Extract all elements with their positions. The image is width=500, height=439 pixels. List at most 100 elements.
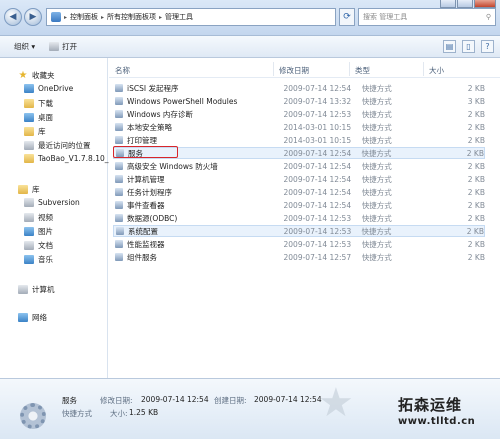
desktop-icon <box>24 113 34 122</box>
file-size: 2 KB <box>467 252 485 262</box>
help-icon[interactable]: ? <box>481 40 494 53</box>
nav-label: OneDrive <box>38 84 74 93</box>
file-type: 快捷方式 <box>361 109 392 119</box>
file-row[interactable]: Windows PowerShell Modules 2009-07-14 13… <box>113 95 485 107</box>
organize-button[interactable]: 组织 ▾ <box>14 41 35 52</box>
file-date: 2009-07-14 12:54 <box>283 148 352 158</box>
file-row[interactable]: 任务计划程序 2009-07-14 12:54 快捷方式 2 KB <box>113 186 485 198</box>
column-divider[interactable] <box>273 62 274 76</box>
file-name: iSCSI 发起程序 <box>127 83 179 93</box>
breadcrumb-admin-tools[interactable]: 管理工具 <box>165 12 193 22</box>
file-type: 快捷方式 <box>361 148 392 158</box>
column-header-name[interactable]: 名称 <box>115 65 130 76</box>
nav-item-music[interactable]: 音乐 <box>24 254 53 265</box>
command-bar: 组织 ▾ 打开 ▤ ▯ ? <box>0 36 500 58</box>
file-row[interactable]: 性能监视器 2009-07-14 12:53 快捷方式 2 KB <box>113 238 485 250</box>
file-name: 事件查看器 <box>127 200 165 210</box>
column-header-modified[interactable]: 修改日期 <box>279 65 309 76</box>
file-size: 2 KB <box>467 122 485 132</box>
nav-item-subversion[interactable]: Subversion <box>24 198 80 207</box>
file-date: 2009-07-14 12:54 <box>283 83 352 93</box>
nav-label: 视频 <box>38 213 53 222</box>
file-row-hover[interactable]: 系统配置 2009-07-14 12:53 快捷方式 2 KB <box>113 225 485 237</box>
nav-item-library[interactable]: 库 <box>24 126 46 137</box>
nav-libraries-label: 库 <box>32 185 40 194</box>
nav-item-documents[interactable]: 文档 <box>24 240 53 251</box>
file-row[interactable]: 事件查看器 2009-07-14 12:54 快捷方式 2 KB <box>113 199 485 211</box>
recent-places-icon <box>24 141 34 150</box>
file-date: 2009-07-14 12:57 <box>283 252 352 262</box>
videos-icon <box>24 213 34 222</box>
nav-label: 库 <box>38 127 46 136</box>
performance-monitor-icon <box>115 240 123 248</box>
component-services-icon <box>115 253 123 261</box>
file-name: Windows 内存诊断 <box>127 109 193 119</box>
file-row[interactable]: 计算机管理 2009-07-14 12:54 快捷方式 2 KB <box>113 173 485 185</box>
column-divider[interactable] <box>349 62 350 76</box>
window-controls <box>440 0 496 8</box>
file-row[interactable]: Windows 内存诊断 2009-07-14 12:53 快捷方式 2 KB <box>113 108 485 120</box>
back-arrow-icon[interactable]: ◀ <box>4 8 22 26</box>
column-header-type[interactable]: 类型 <box>355 65 370 76</box>
folder-icon <box>24 154 34 163</box>
file-row[interactable]: 数据源(ODBC) 2009-07-14 12:53 快捷方式 2 KB <box>113 212 485 224</box>
file-row[interactable]: 打印管理 2014-03-01 10:15 快捷方式 2 KB <box>113 134 485 146</box>
nav-item-downloads[interactable]: 下载 <box>24 98 53 109</box>
column-header-size[interactable]: 大小 <box>429 65 444 76</box>
details-modified-value: 2009-07-14 12:54 <box>141 395 209 404</box>
file-row[interactable]: 组件服务 2009-07-14 12:57 快捷方式 2 KB <box>113 251 485 263</box>
forward-arrow-icon[interactable]: ▶ <box>24 8 42 26</box>
file-type: 快捷方式 <box>361 213 392 223</box>
search-input[interactable]: 搜索 管理工具 ⚲ <box>358 8 496 26</box>
file-row[interactable]: iSCSI 发起程序 2009-07-14 12:54 快捷方式 2 KB <box>113 82 485 94</box>
file-size: 2 KB <box>467 109 485 119</box>
breadcrumb-control-panel[interactable]: 控制面板 <box>70 12 98 22</box>
nav-item-onedrive[interactable]: OneDrive <box>24 84 73 93</box>
file-size: 2 KB <box>466 148 484 158</box>
nav-label: TaoBao_V1.7.8.10_ <box>38 154 109 163</box>
open-button[interactable]: 打开 <box>49 41 77 52</box>
nav-item-recent[interactable]: 最近访问的位置 <box>24 140 91 151</box>
close-button[interactable] <box>474 0 496 8</box>
nav-item-videos[interactable]: 视频 <box>24 212 53 223</box>
nav-item-pictures[interactable]: 图片 <box>24 226 53 237</box>
file-row[interactable]: 本地安全策略 2014-03-01 10:15 快捷方式 2 KB <box>113 121 485 133</box>
nav-item-desktop[interactable]: 桌面 <box>24 112 53 123</box>
nav-label: 文档 <box>38 241 53 250</box>
file-row[interactable]: 高级安全 Windows 防火墙 2009-07-14 12:54 快捷方式 2… <box>113 160 485 172</box>
control-panel-icon <box>51 12 61 22</box>
file-size: 3 KB <box>467 96 485 106</box>
watermark-url: www.tlltd.cn <box>398 416 476 427</box>
nav-favorites[interactable]: ★ 收藏夹 <box>18 70 55 81</box>
title-bar: ◀ ▶ ▸ 控制面板 ▸ 所有控制面板项 ▸ 管理工具 ⟳ 搜索 管理工具 ⚲ <box>0 0 500 36</box>
file-type: 快捷方式 <box>361 161 392 171</box>
view-options-icon[interactable]: ▤ <box>443 40 456 53</box>
file-name: 本地安全策略 <box>127 122 172 132</box>
preview-pane-icon[interactable]: ▯ <box>462 40 475 53</box>
toolbar-right: ▤ ▯ ? <box>443 40 494 53</box>
nav-item-taobao[interactable]: TaoBao_V1.7.8.10_ <box>24 154 109 163</box>
breadcrumb-all-items[interactable]: 所有控制面板项 <box>107 12 156 22</box>
search-placeholder: 搜索 管理工具 <box>363 13 408 21</box>
firewall-icon <box>115 162 123 170</box>
subversion-icon <box>24 198 34 207</box>
column-divider[interactable] <box>423 62 424 76</box>
nav-libraries[interactable]: 库 <box>18 184 40 195</box>
minimize-button[interactable] <box>440 0 456 8</box>
file-type: 快捷方式 <box>361 174 392 184</box>
refresh-icon[interactable]: ⟳ <box>339 8 355 26</box>
file-type: 快捷方式 <box>361 239 392 249</box>
iscsi-icon <box>115 84 123 92</box>
file-name: 性能监视器 <box>127 239 165 249</box>
nav-computer[interactable]: 计算机 <box>18 284 55 295</box>
nav-label: 图片 <box>38 227 53 236</box>
address-bar[interactable]: ▸ 控制面板 ▸ 所有控制面板项 ▸ 管理工具 <box>46 8 336 26</box>
nav-network[interactable]: 网络 <box>18 312 47 323</box>
pictures-icon <box>24 227 34 236</box>
file-size: 2 KB <box>467 135 485 145</box>
file-date: 2009-07-14 12:53 <box>283 239 352 249</box>
breadcrumb-separator-icon: ▸ <box>101 13 105 21</box>
file-type: 快捷方式 <box>361 96 392 106</box>
maximize-button[interactable] <box>457 0 473 8</box>
security-policy-icon <box>115 123 123 131</box>
